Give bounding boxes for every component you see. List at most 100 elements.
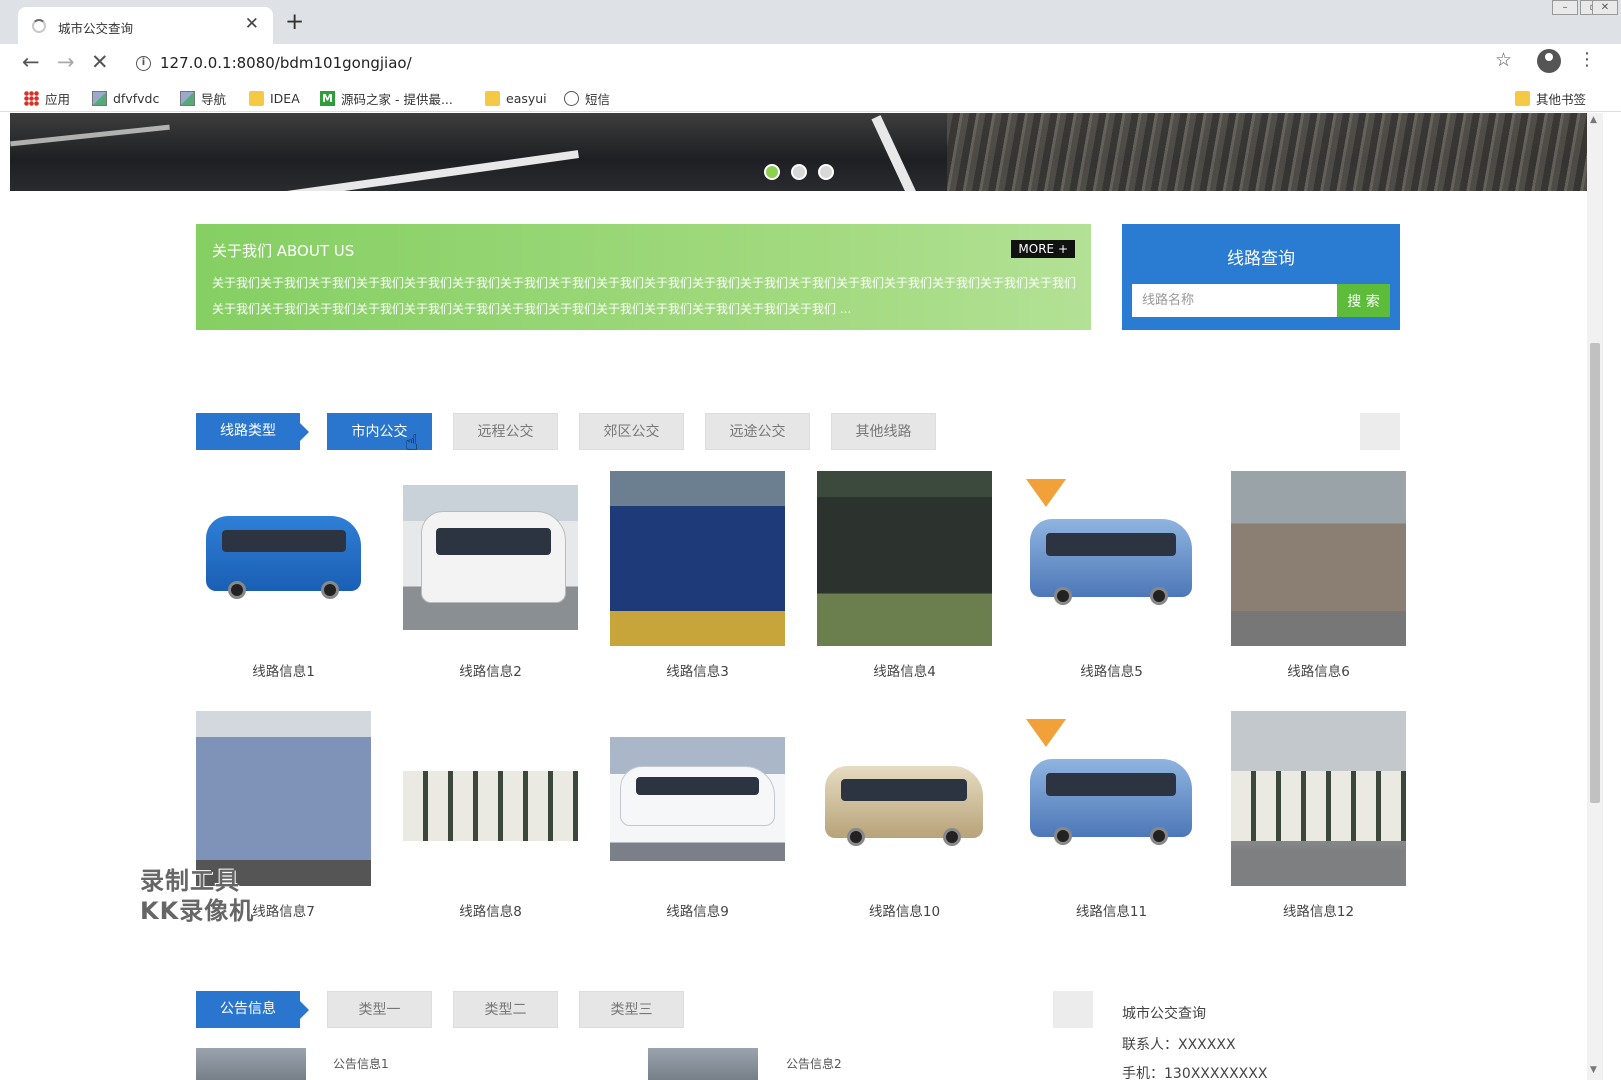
route-caption[interactable]: 线路信息1 — [196, 660, 371, 680]
forward-arrow-icon[interactable]: → — [57, 50, 75, 74]
route-card-4[interactable]: 线路信息4 — [817, 471, 992, 680]
bus-row — [1231, 771, 1406, 841]
route-caption[interactable]: 线路信息4 — [817, 660, 992, 680]
route-card-2[interactable]: 线路信息2 — [403, 471, 578, 680]
back-arrow-icon[interactable]: ← — [22, 50, 40, 74]
menu-kebab-icon[interactable]: ⋮ — [1578, 49, 1596, 70]
tab-suburb-bus[interactable]: 郊区公交 — [579, 413, 684, 450]
folder-icon — [249, 90, 264, 106]
notice-thumbnail-1[interactable] — [196, 1048, 306, 1080]
search-button[interactable]: 搜 索 — [1337, 284, 1390, 317]
route-card-9[interactable]: 线路信息9 — [610, 711, 785, 920]
carousel-dot-2[interactable] — [791, 164, 807, 180]
route-image[interactable] — [1231, 711, 1406, 886]
browser-toolbar: ← → ✕ i 127.0.0.1:8080/bdm101gongjiao/ ☆… — [0, 44, 1621, 84]
bus-photo — [825, 766, 983, 846]
route-caption[interactable]: 线路信息12 — [1231, 900, 1406, 920]
bookmark-label: 短信 — [585, 91, 611, 107]
route-card-5[interactable]: 线路信息5 — [1024, 471, 1199, 680]
bookmark-easyui[interactable]: easyui — [485, 88, 547, 108]
url-text[interactable]: 127.0.0.1:8080/bdm101gongjiao/ — [160, 54, 412, 72]
bookmark-nav[interactable]: 导航 — [180, 88, 226, 108]
road-line — [251, 150, 579, 191]
scroll-up-icon[interactable]: ▲ — [1590, 115, 1597, 125]
route-card-11[interactable]: 线路信息11 — [1024, 711, 1199, 920]
bookmark-idea[interactable]: IDEA — [249, 88, 300, 108]
route-image[interactable] — [1231, 471, 1406, 646]
contact-phone: 手机：130XXXXXXXX — [1122, 1066, 1268, 1080]
route-card-12[interactable]: 线路信息12 — [1231, 711, 1406, 920]
bookmark-star-icon[interactable]: ☆ — [1495, 49, 1512, 71]
route-caption[interactable]: 线路信息11 — [1024, 900, 1199, 920]
bookmark-label: 其他书签 — [1536, 91, 1587, 107]
close-tab-icon[interactable]: ✕ — [245, 14, 259, 34]
route-caption[interactable]: 线路信息5 — [1024, 660, 1199, 680]
bus-body — [620, 766, 775, 826]
bookmark-sms[interactable]: 短信 — [564, 88, 610, 108]
bus-photo — [610, 471, 785, 646]
contact-person: 联系人：XXXXXX — [1122, 1037, 1236, 1053]
route-caption[interactable]: 线路信息10 — [817, 900, 992, 920]
banner-rocks — [947, 113, 1587, 191]
route-caption[interactable]: 线路信息6 — [1231, 660, 1406, 680]
scroll-thumb[interactable] — [1590, 343, 1600, 803]
route-image[interactable] — [610, 711, 785, 886]
bus-photo — [196, 711, 371, 886]
route-more-button[interactable] — [1360, 413, 1400, 450]
route-caption[interactable]: 线路信息8 — [403, 900, 578, 920]
carousel-dot-3[interactable] — [818, 164, 834, 180]
address-bar[interactable]: i 127.0.0.1:8080/bdm101gongjiao/ — [128, 48, 1498, 80]
scroll-down-icon[interactable]: ▼ — [1590, 1065, 1597, 1075]
bus-photo — [1030, 759, 1192, 845]
bookmark-other[interactable]: 其他书签 — [1515, 88, 1586, 108]
bookmark-dfvfvdc[interactable]: dfvfvdc — [92, 88, 159, 108]
notice-item-1[interactable]: 公告信息1 — [333, 1055, 389, 1072]
route-card-8[interactable]: 线路信息8 — [403, 711, 578, 920]
tab-type-three[interactable]: 类型三 — [579, 991, 684, 1028]
route-image[interactable] — [1024, 711, 1199, 886]
site-info-icon[interactable]: i — [136, 56, 151, 71]
tab-other-routes[interactable]: 其他线路 — [831, 413, 936, 450]
notice-item-2[interactable]: 公告信息2 — [786, 1055, 842, 1072]
bookmarks-bar: 应用 dfvfvdc 导航 IDEA M 源码之家 - 提供最... easyu… — [0, 84, 1621, 112]
route-card-10[interactable]: 线路信息10 — [817, 711, 992, 920]
road-line — [871, 115, 919, 191]
folder-icon — [1515, 90, 1530, 106]
route-image[interactable] — [196, 711, 371, 886]
route-image[interactable] — [610, 471, 785, 646]
route-image[interactable] — [817, 471, 992, 646]
bookmark-apps[interactable]: 应用 — [24, 88, 70, 108]
tab-type-two[interactable]: 类型二 — [453, 991, 558, 1028]
tab-type-one[interactable]: 类型一 — [327, 991, 432, 1028]
route-image[interactable] — [196, 471, 371, 646]
route-image[interactable] — [403, 471, 578, 646]
carousel-dot-1[interactable] — [764, 164, 780, 180]
route-card-3[interactable]: 线路信息3 — [610, 471, 785, 680]
route-caption[interactable]: 线路信息3 — [610, 660, 785, 680]
route-image[interactable] — [1024, 471, 1199, 646]
notice-more-button[interactable] — [1053, 991, 1093, 1028]
more-button[interactable]: MORE + — [1011, 240, 1075, 258]
route-caption[interactable]: 线路信息9 — [610, 900, 785, 920]
new-tab-button[interactable]: + — [285, 9, 304, 35]
route-image[interactable] — [817, 711, 992, 886]
search-title: 线路查询 — [1227, 249, 1295, 269]
bookmark-yuanma[interactable]: M 源码之家 - 提供最... — [320, 88, 453, 108]
tab-longdistance-bus[interactable]: 远途公交 — [705, 413, 810, 450]
notice-thumbnail-2[interactable] — [648, 1048, 758, 1080]
route-name-input[interactable] — [1132, 284, 1337, 317]
page-scrollbar[interactable]: ▲ ▼ — [1587, 113, 1603, 1080]
tab-remote-bus[interactable]: 远程公交 — [453, 413, 558, 450]
minimize-button[interactable]: – — [1552, 0, 1578, 15]
close-window-button[interactable]: ✕ — [1592, 0, 1618, 15]
about-text: 关于我们关于我们关于我们关于我们关于我们关于我们关于我们关于我们关于我们关于我们… — [212, 276, 1076, 316]
route-card-1[interactable]: 线路信息1 — [196, 471, 371, 680]
bookmark-label: IDEA — [270, 90, 300, 106]
route-caption[interactable]: 线路信息2 — [403, 660, 578, 680]
stop-loading-icon[interactable]: ✕ — [91, 50, 109, 74]
browser-tab[interactable]: 城市公交查询 ✕ — [18, 7, 273, 44]
account-avatar-icon[interactable] — [1537, 49, 1561, 73]
route-image[interactable] — [403, 711, 578, 886]
route-card-6[interactable]: 线路信息6 — [1231, 471, 1406, 680]
bus-photo — [817, 471, 992, 646]
